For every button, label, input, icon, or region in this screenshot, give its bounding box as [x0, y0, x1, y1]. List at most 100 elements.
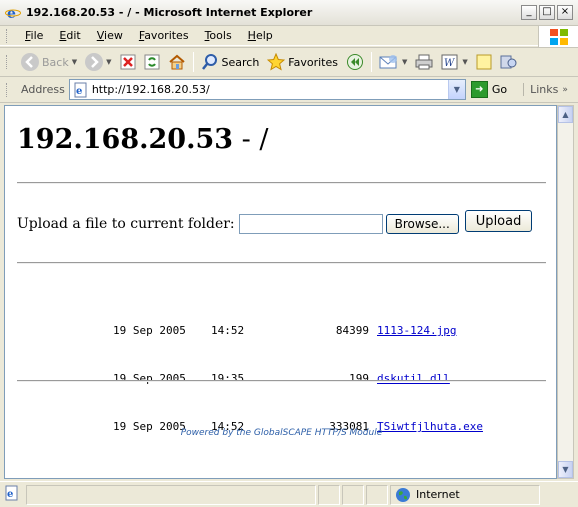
forward-button[interactable]: ▼	[81, 50, 115, 74]
close-button[interactable]: ×	[557, 5, 573, 20]
back-label: Back	[42, 55, 69, 69]
toolbar-grip[interactable]	[6, 28, 9, 43]
status-message	[26, 484, 316, 505]
powered-by-footer: Powered by the GlobalSCAPE HTTP/S Module	[180, 428, 383, 438]
menu-view[interactable]: View	[89, 29, 131, 42]
toolbar-separator	[192, 52, 194, 72]
divider	[17, 262, 546, 264]
links-label[interactable]: Links	[523, 83, 558, 96]
go-arrow-icon: ➜	[470, 81, 488, 98]
home-icon	[168, 54, 185, 70]
address-input[interactable]: e http://192.168.20.53/ ▼	[68, 79, 466, 100]
file-size: 199	[349, 372, 369, 385]
refresh-button[interactable]	[140, 50, 164, 74]
ie-logo-icon: e	[5, 5, 21, 22]
scroll-down-icon[interactable]: ▼	[558, 461, 573, 478]
media-icon	[347, 54, 363, 70]
standard-toolbar: Back ▼ ▼ Search Favorites ▼ W ▼	[0, 47, 578, 77]
go-label: Go	[491, 83, 508, 96]
svg-text:W: W	[444, 58, 455, 69]
forward-dropdown-icon[interactable]: ▼	[106, 58, 111, 66]
toolbar-separator	[371, 52, 372, 72]
menu-help[interactable]: Help	[240, 29, 281, 42]
upload-label: Upload a file to current folder:	[17, 216, 235, 232]
print-button[interactable]	[411, 50, 437, 74]
page-host: 192.168.20.53	[17, 124, 234, 155]
search-label: Search	[221, 55, 260, 69]
status-progress	[318, 484, 340, 505]
favorites-button[interactable]: Favorites	[263, 50, 342, 74]
star-icon	[267, 53, 286, 71]
menu-bar: File Edit View Favorites Tools Help	[0, 26, 578, 48]
file-time: 14:52	[211, 324, 245, 337]
file-time: 19:35	[211, 372, 245, 385]
svg-text:e: e	[76, 86, 82, 97]
address-url[interactable]: http://192.168.20.53/	[92, 83, 210, 96]
menu-file[interactable]: File	[17, 29, 51, 42]
toolbar-grip[interactable]	[6, 55, 9, 69]
zone-label: Internet	[416, 488, 460, 501]
divider	[17, 182, 546, 184]
vertical-scrollbar[interactable]: ▲ ▼	[557, 105, 574, 479]
address-bar: Address e http://192.168.20.53/ ▼ ➜ Go L…	[0, 77, 578, 103]
discuss-button[interactable]	[472, 50, 496, 74]
printer-icon	[415, 54, 433, 70]
back-button[interactable]: Back ▼	[17, 50, 81, 74]
svg-text:e: e	[7, 489, 13, 500]
favorites-label: Favorites	[288, 55, 338, 69]
file-link[interactable]: 1113-124.jpg	[377, 323, 456, 339]
svg-text:e: e	[7, 6, 16, 21]
edit-button[interactable]: W ▼	[437, 50, 471, 74]
status-zone: Internet	[390, 484, 540, 505]
stop-button[interactable]	[116, 50, 140, 74]
page-path: - /	[233, 124, 269, 155]
windows-logo-icon	[538, 26, 578, 48]
maximize-button[interactable]: □	[539, 5, 555, 20]
page-content: 192.168.20.53 - / Upload a file to curre…	[4, 105, 557, 479]
status-privacy	[366, 484, 388, 505]
upload-button[interactable]: Upload	[464, 210, 533, 232]
page-icon: e	[74, 82, 87, 97]
status-security	[342, 484, 364, 505]
file-listing: 19 Sep 2005 14:52 84399 1113-124.jpg 19 …	[113, 291, 483, 467]
mail-button[interactable]: ▼	[375, 50, 411, 74]
forward-arrow-icon	[85, 53, 104, 71]
status-page-icon: e	[4, 485, 20, 504]
refresh-icon	[144, 54, 159, 70]
media-button[interactable]	[342, 50, 368, 74]
window-controls: _ □ ×	[521, 5, 573, 20]
search-icon	[201, 54, 217, 70]
file-link[interactable]: dskutil.dll	[377, 371, 450, 387]
minimize-button[interactable]: _	[521, 5, 537, 20]
file-date: 19 Sep 2005	[113, 324, 186, 337]
address-dropdown-icon[interactable]: ▼	[447, 80, 465, 99]
links-chevron-icon[interactable]: »	[562, 85, 568, 95]
research-button[interactable]	[496, 50, 522, 74]
file-date: 19 Sep 2005	[113, 372, 186, 385]
menu-favorites[interactable]: Favorites	[131, 29, 197, 42]
stop-icon	[120, 54, 135, 70]
toolbar-grip[interactable]	[6, 82, 9, 97]
file-row: 19 Sep 2005 14:52 84399 1113-124.jpg	[113, 323, 483, 339]
page-title: 192.168.20.53 - /	[17, 124, 268, 155]
note-icon	[476, 54, 492, 70]
mail-dropdown-icon[interactable]: ▼	[402, 58, 407, 66]
back-dropdown-icon[interactable]: ▼	[72, 58, 77, 66]
go-button[interactable]: ➜ Go	[470, 81, 508, 98]
search-button[interactable]: Search	[197, 50, 264, 74]
file-path-input[interactable]	[238, 214, 383, 234]
home-button[interactable]	[164, 50, 190, 74]
word-edit-icon: W	[441, 54, 458, 70]
edit-dropdown-icon[interactable]: ▼	[462, 58, 467, 66]
scroll-up-icon[interactable]: ▲	[558, 106, 573, 123]
divider	[17, 380, 546, 382]
browse-button[interactable]: Browse...	[385, 214, 459, 234]
title-bar: e 192.168.20.53 - / - Microsoft Internet…	[0, 0, 578, 26]
file-row: 19 Sep 2005 19:35 199 dskutil.dll	[113, 371, 483, 387]
back-arrow-icon	[21, 53, 39, 71]
menu-tools[interactable]: Tools	[197, 29, 240, 42]
status-bar: e Internet	[0, 481, 578, 507]
address-label: Address	[21, 83, 65, 96]
window-title: 192.168.20.53 - / - Microsoft Internet E…	[26, 6, 313, 19]
menu-edit[interactable]: Edit	[51, 29, 88, 42]
